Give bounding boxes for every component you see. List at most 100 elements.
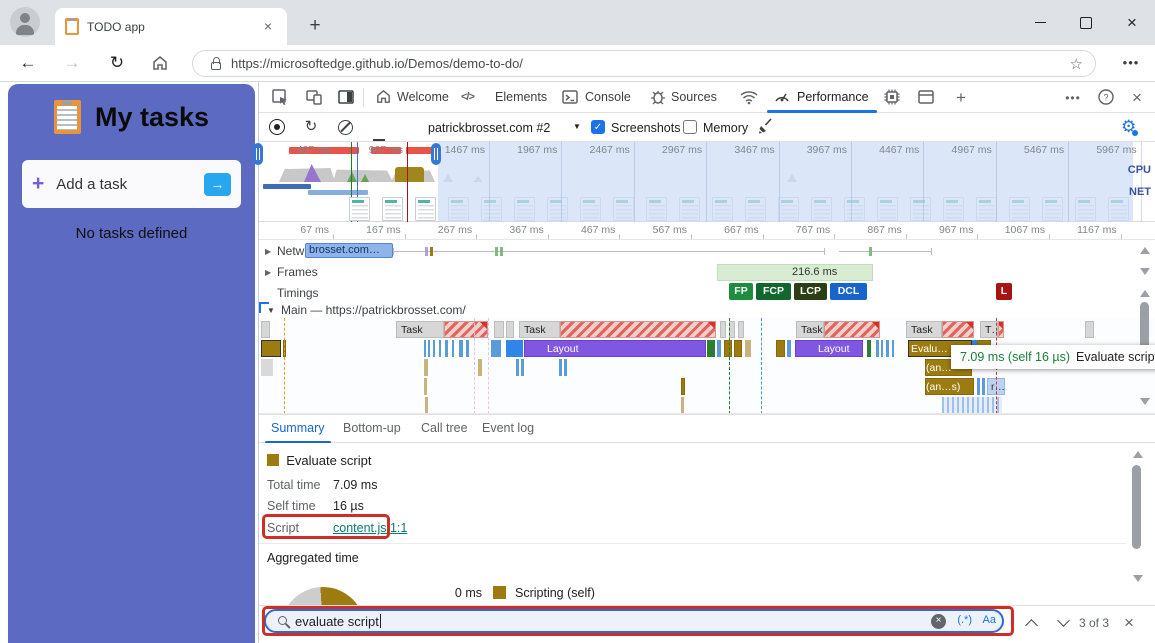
close-search-icon[interactable]: ×	[1124, 613, 1134, 633]
recording-session-select[interactable]: patrickbrosset.com #2	[428, 121, 550, 135]
inspect-icon[interactable]	[271, 88, 291, 108]
network-expand-icon[interactable]: ▶	[265, 247, 271, 256]
flame-bar[interactable]	[824, 321, 880, 338]
tab-performance[interactable]: Performance	[797, 90, 869, 104]
flame-bar[interactable]	[506, 340, 523, 357]
next-match-button[interactable]	[1057, 614, 1070, 627]
flame-bar[interactable]	[491, 340, 501, 357]
url-text[interactable]: https://microsoftedge.github.io/Demos/de…	[231, 56, 1070, 71]
elements-tab-icon[interactable]: </>	[461, 91, 474, 103]
tab-bottom-up[interactable]: Bottom-up	[343, 421, 401, 435]
timeline-overview[interactable]: 467 ms 967 ms 1467 ms1967 ms2467 ms2967 …	[259, 142, 1155, 222]
flame-bar[interactable]	[734, 340, 742, 357]
dock-side-icon[interactable]	[337, 88, 357, 108]
flame-bar[interactable]	[444, 321, 488, 338]
flame-bar[interactable]	[521, 359, 524, 376]
scroll-down-icon[interactable]	[1140, 268, 1150, 275]
browser-menu-icon[interactable]: •••	[1117, 49, 1145, 77]
flame-bar[interactable]	[745, 340, 751, 357]
flame-bar[interactable]	[459, 340, 463, 357]
scroll-up-icon[interactable]	[1140, 247, 1150, 254]
network-conditions-icon[interactable]	[739, 88, 759, 108]
record-button[interactable]	[267, 117, 287, 137]
home-button[interactable]	[146, 49, 174, 77]
flame-bar[interactable]	[425, 397, 428, 414]
flame-bar-task[interactable]: Task	[396, 321, 444, 338]
flame-bar[interactable]	[977, 378, 980, 395]
selection-handle-left[interactable]	[253, 143, 263, 165]
devtools-menu-icon[interactable]: •••	[1063, 88, 1083, 108]
window-minimize-button[interactable]	[1017, 0, 1063, 45]
flame-bar[interactable]	[720, 321, 726, 338]
session-dropdown-icon[interactable]: ▼	[573, 122, 581, 131]
flame-bar[interactable]	[1085, 321, 1094, 338]
frames-track-label[interactable]: Frames	[277, 265, 318, 279]
tab-sources[interactable]: Sources	[671, 90, 717, 104]
main-collapse-icon[interactable]: ▼	[267, 306, 275, 315]
console-tab-icon[interactable]	[561, 88, 581, 108]
tab-welcome[interactable]: Welcome	[397, 90, 449, 104]
flame-bar[interactable]	[942, 397, 1002, 414]
flame-bar[interactable]	[717, 340, 721, 357]
previous-match-button[interactable]	[1025, 619, 1038, 632]
new-tab-button[interactable]: +	[303, 14, 327, 38]
reload-record-button[interactable]: ↻	[301, 117, 321, 137]
flame-bar[interactable]	[559, 359, 562, 376]
flame-bar[interactable]	[424, 340, 426, 357]
flame-bar[interactable]	[424, 359, 428, 376]
filmstrip-screenshot[interactable]	[382, 197, 403, 221]
cpu-chip-icon[interactable]	[883, 88, 903, 108]
flame-bar[interactable]	[261, 340, 281, 357]
profile-avatar-icon[interactable]	[10, 7, 40, 37]
tab-summary[interactable]: Summary	[271, 421, 324, 435]
flame-bar[interactable]	[494, 321, 504, 338]
capture-settings-gear-icon[interactable]: ⚙	[1121, 117, 1136, 137]
flame-bar[interactable]	[439, 340, 441, 357]
flame-bar[interactable]	[787, 340, 791, 357]
flame-bar[interactable]	[892, 340, 894, 357]
flame-bar-task[interactable]: Task	[906, 321, 942, 338]
flame-bar[interactable]	[506, 321, 514, 338]
timeline-scrollbar[interactable]	[1138, 242, 1153, 414]
flame-bar[interactable]	[564, 359, 567, 376]
flame-bar[interactable]	[942, 321, 974, 338]
flame-bar[interactable]	[776, 340, 785, 357]
memory-label[interactable]: Memory	[703, 121, 748, 135]
flame-bar-layout[interactable]: Layout	[795, 340, 863, 357]
flame-bar[interactable]	[452, 340, 454, 357]
main-track-label[interactable]: Main — https://patrickbrosset.com/	[281, 303, 466, 317]
add-task-input[interactable]: + Add a task →	[22, 160, 241, 208]
tab-event-log[interactable]: Event log	[482, 421, 534, 435]
flame-bar[interactable]	[681, 397, 684, 414]
frame-block[interactable]: 216.6 ms	[717, 264, 873, 281]
tab-console[interactable]: Console	[585, 90, 631, 104]
reload-button[interactable]: ↻	[103, 49, 131, 77]
browser-tab[interactable]: TODO app ×	[55, 8, 287, 45]
screenshots-label[interactable]: Screenshots	[611, 121, 680, 135]
memory-checkbox[interactable]	[683, 120, 697, 134]
favorite-star-icon[interactable]: ☆	[1070, 55, 1083, 73]
flame-bar[interactable]	[886, 340, 889, 357]
timing-badge-l[interactable]: L	[996, 283, 1012, 300]
flame-bar[interactable]	[681, 378, 685, 395]
device-emulation-icon[interactable]	[305, 88, 325, 108]
selection-handle[interactable]	[431, 143, 441, 165]
back-button[interactable]: ←	[14, 49, 42, 77]
flame-bar-task[interactable]: Task	[519, 321, 560, 338]
selected-network-request[interactable]: brosset.com…	[305, 243, 393, 258]
flame-bar[interactable]	[424, 378, 427, 395]
flame-bar[interactable]	[478, 359, 482, 376]
flame-chart[interactable]: TaskTaskTaskTaskT…LayoutLayoutEvalu…(an……	[259, 318, 1155, 414]
timing-badge-fp[interactable]: FP	[729, 283, 753, 300]
flame-bar[interactable]	[707, 340, 715, 357]
flame-bar[interactable]	[516, 359, 519, 376]
timing-badge-dcl[interactable]: DCL	[830, 283, 867, 300]
flame-bar[interactable]	[560, 321, 716, 338]
garbage-collect-icon[interactable]	[756, 117, 776, 137]
flame-bar-layout[interactable]: Layout	[524, 340, 706, 357]
layout-panel-icon[interactable]	[917, 88, 937, 108]
flame-bar[interactable]	[261, 321, 270, 338]
flame-bar-task[interactable]: Task	[796, 321, 824, 338]
tab-close-icon[interactable]: ×	[259, 18, 277, 36]
flame-bar[interactable]	[428, 340, 430, 357]
